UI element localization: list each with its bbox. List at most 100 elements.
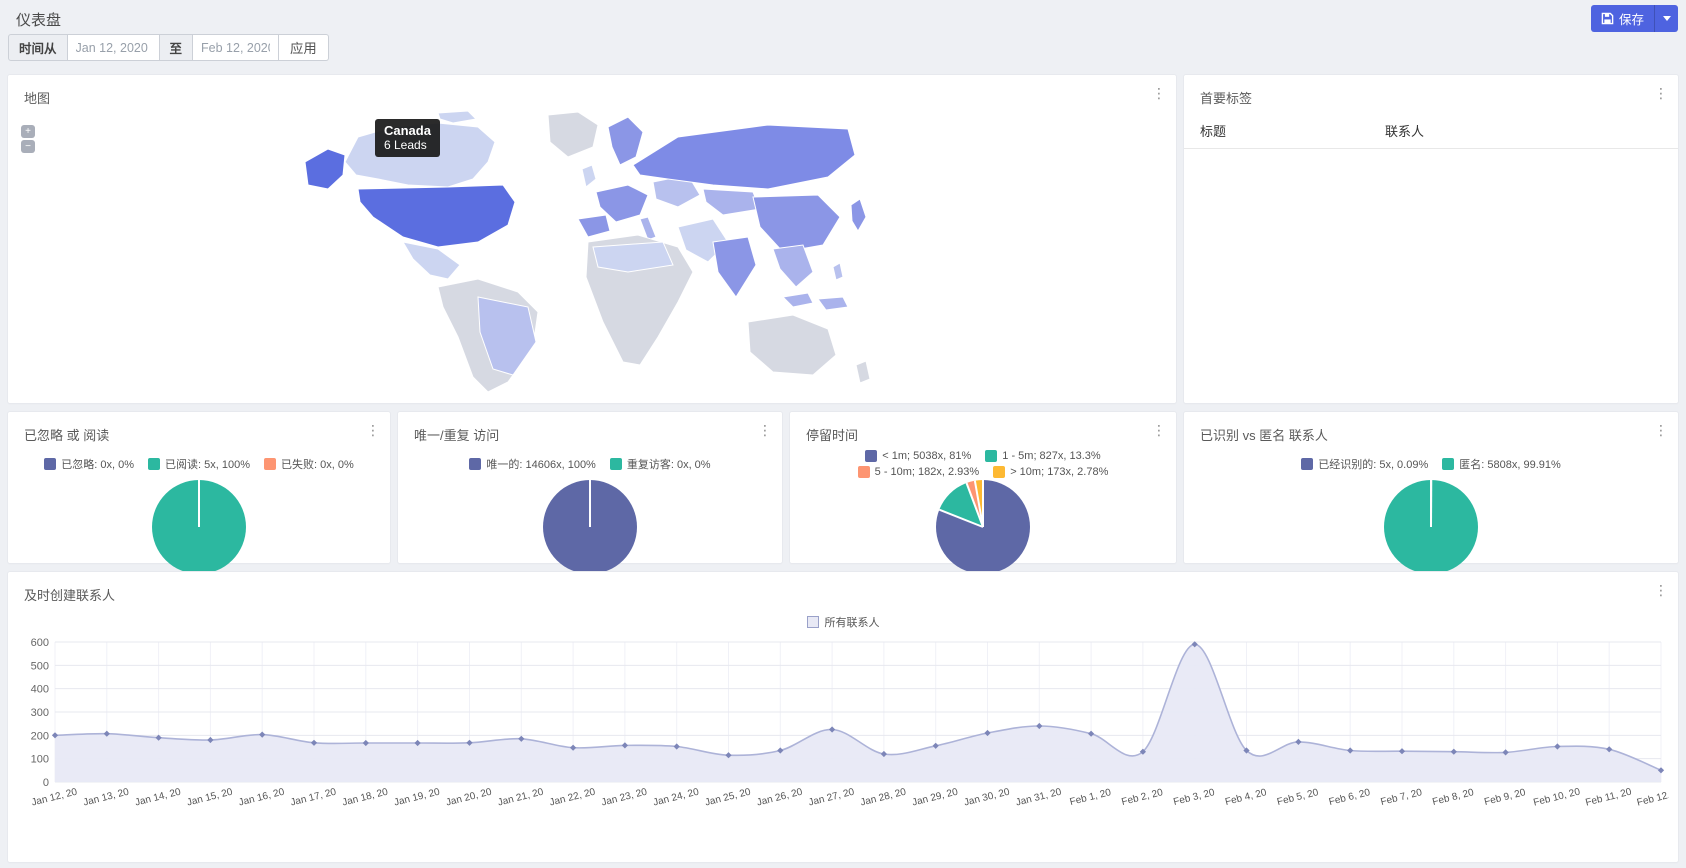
- tags-col-title: 标题: [1200, 121, 1385, 140]
- legend-item[interactable]: 唯一的: 14606x, 100%: [469, 456, 595, 472]
- svg-text:600: 600: [31, 637, 49, 649]
- country-india[interactable]: [713, 237, 756, 297]
- legend-item[interactable]: 5 - 10m; 182x, 2.93%: [858, 466, 980, 478]
- country-new-zealand[interactable]: [856, 361, 870, 383]
- svg-text:Jan 31, 20: Jan 31, 20: [1015, 786, 1063, 808]
- country-alaska[interactable]: [305, 149, 345, 189]
- legend-swatch: [1442, 458, 1454, 470]
- country-spain[interactable]: [578, 215, 610, 237]
- legend-item[interactable]: 已经识别的: 5x, 0.09%: [1301, 456, 1428, 472]
- map-panel-title: 地图: [8, 75, 1176, 107]
- ignored-read-pie-chart[interactable]: [152, 480, 246, 574]
- date-to-label: 至: [160, 34, 194, 61]
- svg-text:Jan 19, 20: Jan 19, 20: [393, 786, 441, 808]
- date-to-input[interactable]: [193, 34, 279, 61]
- map-panel: 地图 ⋮ + − Canada 6 Leads: [8, 75, 1176, 403]
- legend-label: > 10m; 173x, 2.78%: [1010, 466, 1108, 478]
- map-zoom-in-button[interactable]: +: [21, 125, 35, 138]
- country-kazakhstan[interactable]: [703, 189, 760, 215]
- contacts-created-kebab-menu-icon[interactable]: ⋮: [1652, 582, 1670, 600]
- svg-text:Jan 13, 20: Jan 13, 20: [82, 786, 130, 808]
- top-tags-panel: 首要标签 ⋮ 标题 联系人: [1184, 75, 1678, 403]
- legend-item[interactable]: 已忽略: 0x, 0%: [44, 456, 134, 472]
- svg-text:Jan 26, 20: Jan 26, 20: [756, 786, 804, 808]
- identified-anonymous-title: 已识别 vs 匿名 联系人: [1184, 412, 1678, 444]
- region-scandinavia[interactable]: [608, 117, 643, 165]
- legend-swatch: [865, 450, 877, 462]
- svg-text:Feb 10, 20: Feb 10, 20: [1532, 786, 1581, 808]
- world-map[interactable]: [208, 107, 898, 397]
- date-from-label: 时间从: [8, 34, 68, 61]
- country-greenland[interactable]: [548, 112, 598, 157]
- contacts-created-line-chart[interactable]: 0100200300400500600Jan 12, 20Jan 13, 20J…: [17, 632, 1669, 828]
- legend-label: 5 - 10m; 182x, 2.93%: [875, 466, 980, 478]
- svg-text:Feb 6, 20: Feb 6, 20: [1328, 787, 1372, 808]
- svg-text:Feb 12, 20: Feb 12, 20: [1636, 786, 1669, 808]
- dwell-time-pie-chart[interactable]: [936, 480, 1030, 574]
- dwell-time-kebab-menu-icon[interactable]: ⋮: [1150, 422, 1168, 440]
- country-australia[interactable]: [748, 315, 836, 375]
- unique-repeat-kebab-menu-icon[interactable]: ⋮: [756, 422, 774, 440]
- legend-label: 匿名: 5808x, 99.91%: [1459, 456, 1561, 472]
- legend-swatch: [985, 450, 997, 462]
- line-chart-legend[interactable]: 所有联系人: [8, 614, 1678, 630]
- country-mexico[interactable]: [403, 242, 460, 279]
- svg-text:Jan 25, 20: Jan 25, 20: [704, 786, 752, 808]
- dwell-time-title: 停留时间: [790, 412, 1176, 444]
- save-dropdown-button[interactable]: [1654, 5, 1678, 32]
- legend-item[interactable]: 已阅读: 5x, 100%: [148, 456, 250, 472]
- svg-text:Jan 30, 20: Jan 30, 20: [963, 786, 1011, 808]
- legend-item[interactable]: < 1m; 5038x, 81%: [865, 450, 971, 462]
- svg-text:Jan 21, 20: Jan 21, 20: [497, 786, 545, 808]
- identified-anonymous-pie-chart[interactable]: [1384, 480, 1478, 574]
- svg-text:Feb 1, 20: Feb 1, 20: [1069, 787, 1113, 808]
- ignored-read-title: 已忽略 或 阅读: [8, 412, 390, 444]
- country-japan[interactable]: [851, 199, 866, 231]
- svg-text:Jan 24, 20: Jan 24, 20: [652, 786, 700, 808]
- svg-text:Jan 14, 20: Jan 14, 20: [134, 786, 182, 808]
- legend-item[interactable]: > 10m; 173x, 2.78%: [993, 466, 1108, 478]
- legend-item[interactable]: 1 - 5m; 827x, 13.3%: [985, 450, 1100, 462]
- map-body: + − Canada 6 Leads: [8, 107, 1176, 397]
- legend-swatch: [44, 458, 56, 470]
- country-china[interactable]: [753, 195, 840, 252]
- country-uk[interactable]: [582, 165, 596, 187]
- svg-text:200: 200: [31, 730, 49, 742]
- svg-text:Jan 29, 20: Jan 29, 20: [911, 786, 959, 808]
- country-philippines[interactable]: [833, 263, 843, 280]
- legend-item[interactable]: 已失败: 0x, 0%: [264, 456, 354, 472]
- unique-repeat-pie-chart[interactable]: [543, 480, 637, 574]
- svg-text:Feb 9, 20: Feb 9, 20: [1483, 787, 1527, 808]
- svg-text:Jan 20, 20: Jan 20, 20: [445, 786, 493, 808]
- svg-text:Feb 4, 20: Feb 4, 20: [1224, 787, 1268, 808]
- save-button[interactable]: 保存: [1591, 5, 1654, 32]
- pie-slice-border: [198, 480, 200, 527]
- country-usa[interactable]: [358, 185, 515, 247]
- legend-swatch: [264, 458, 276, 470]
- svg-text:Feb 11, 20: Feb 11, 20: [1584, 786, 1633, 808]
- date-from-input[interactable]: [68, 34, 160, 61]
- country-indonesia-west[interactable]: [783, 293, 813, 307]
- top-tags-kebab-menu-icon[interactable]: ⋮: [1652, 85, 1670, 103]
- legend-item[interactable]: 重复访客: 0x, 0%: [610, 456, 711, 472]
- country-indonesia-east[interactable]: [818, 297, 848, 310]
- ignored-read-panel: 已忽略 或 阅读 ⋮ 已忽略: 0x, 0% 已阅读: 5x, 100% 已失败: …: [8, 412, 390, 563]
- legend-label: 已忽略: 0x, 0%: [61, 456, 134, 472]
- save-button-label: 保存: [1619, 9, 1644, 28]
- legend-label: 已经识别的: 5x, 0.09%: [1318, 456, 1428, 472]
- svg-text:500: 500: [31, 660, 49, 672]
- legend-item[interactable]: 匿名: 5808x, 99.91%: [1442, 456, 1561, 472]
- svg-text:Feb 7, 20: Feb 7, 20: [1380, 787, 1424, 808]
- svg-text:Jan 17, 20: Jan 17, 20: [289, 786, 337, 808]
- contacts-created-title: 及时创建联系人: [8, 572, 1678, 604]
- apply-button[interactable]: 应用: [279, 34, 329, 61]
- map-tooltip-leads: 6 Leads: [384, 138, 431, 152]
- map-kebab-menu-icon[interactable]: ⋮: [1150, 85, 1168, 103]
- svg-text:Feb 5, 20: Feb 5, 20: [1276, 787, 1320, 808]
- region-southeast-asia[interactable]: [773, 245, 813, 287]
- identified-anonymous-kebab-menu-icon[interactable]: ⋮: [1652, 422, 1670, 440]
- map-zoom-out-button[interactable]: −: [21, 140, 35, 153]
- svg-text:Feb 2, 20: Feb 2, 20: [1120, 787, 1164, 808]
- ignored-read-kebab-menu-icon[interactable]: ⋮: [364, 422, 382, 440]
- country-canada-islands[interactable]: [438, 111, 476, 123]
